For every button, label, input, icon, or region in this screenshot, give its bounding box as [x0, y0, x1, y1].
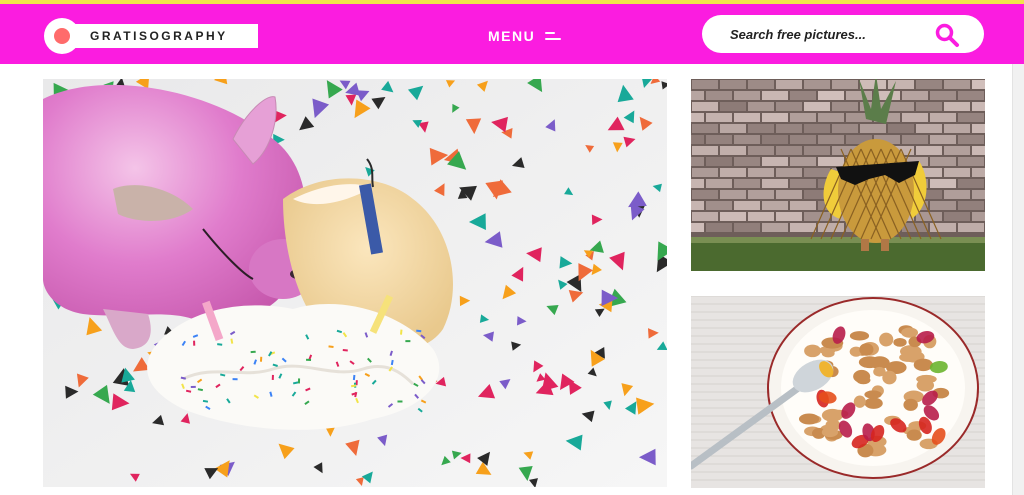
photo-pineapple-with-sunglasses[interactable] — [691, 79, 985, 271]
logo-dot-icon — [54, 28, 70, 44]
menu-button[interactable]: MENU — [488, 26, 562, 46]
photo-pig-eating-cake[interactable] — [43, 79, 667, 487]
hamburger-icon — [545, 31, 562, 41]
menu-label: MENU — [488, 28, 536, 44]
pineapple-image — [691, 79, 985, 271]
photo-gummy-bears-in-cereal[interactable] — [691, 296, 985, 488]
logo-circle — [44, 18, 80, 54]
site-header: GRATISOGRAPHY MENU — [0, 4, 1024, 64]
search-input[interactable] — [730, 24, 930, 44]
search-icon — [935, 23, 959, 47]
site-logo[interactable]: GRATISOGRAPHY — [44, 18, 258, 54]
logo-text: GRATISOGRAPHY — [90, 29, 228, 43]
search-bar — [702, 15, 984, 53]
search-button[interactable] — [934, 22, 960, 48]
browser-scroll-area — [1012, 64, 1024, 495]
cereal-image — [691, 296, 985, 488]
pig-cake-image — [43, 79, 667, 487]
